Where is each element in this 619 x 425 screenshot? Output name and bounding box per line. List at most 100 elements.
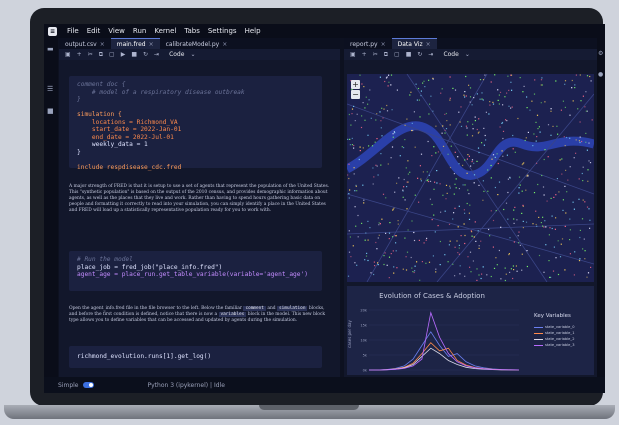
menu-tabs[interactable]: Tabs bbox=[184, 27, 200, 35]
simple-mode-toggle[interactable] bbox=[82, 382, 94, 388]
fast-forward-icon[interactable]: ⇥ bbox=[428, 51, 433, 58]
close-icon[interactable]: × bbox=[100, 41, 105, 48]
menu-kernel[interactable]: Kernel bbox=[154, 27, 176, 35]
agent-dot bbox=[535, 210, 537, 212]
agent-dot bbox=[429, 198, 431, 200]
folder-icon[interactable]: ▬ bbox=[47, 46, 55, 53]
menu-file[interactable]: File bbox=[67, 27, 79, 35]
agent-dot bbox=[374, 265, 376, 267]
agent-dot bbox=[472, 123, 474, 125]
menu-run[interactable]: Run bbox=[133, 27, 146, 35]
agent-dot bbox=[404, 237, 406, 239]
agent-dot bbox=[432, 255, 434, 257]
code-cell[interactable]: richmond_evolution.runs[1].get_log() bbox=[69, 346, 322, 368]
save-icon[interactable]: ▣ bbox=[65, 51, 71, 58]
close-icon[interactable]: × bbox=[222, 41, 227, 48]
agent-dot bbox=[496, 153, 498, 155]
agent-dot bbox=[467, 189, 469, 191]
code-cell[interactable]: comment doc { # model of a respiratory d… bbox=[69, 76, 322, 171]
fast-forward-icon[interactable]: ⇥ bbox=[154, 51, 159, 58]
agent-dot bbox=[565, 169, 567, 171]
agent-dot bbox=[562, 100, 564, 102]
menu-view[interactable]: View bbox=[108, 27, 125, 35]
agent-dot bbox=[569, 114, 571, 116]
agent-dot bbox=[457, 226, 459, 228]
code-cell[interactable]: # Run the model place_job = fred_job("pl… bbox=[69, 251, 322, 291]
map-view[interactable]: + − bbox=[347, 74, 594, 282]
agent-dot bbox=[376, 113, 378, 115]
zoom-in-button[interactable]: + bbox=[351, 80, 360, 89]
agent-dot bbox=[392, 133, 394, 135]
agent-dot bbox=[513, 209, 515, 211]
agent-dot bbox=[460, 125, 463, 127]
agent-dot bbox=[471, 104, 473, 106]
chevron-down-icon[interactable]: ⌄ bbox=[465, 51, 470, 58]
list-icon[interactable]: ☰ bbox=[47, 86, 55, 93]
cell-type-select[interactable]: Code bbox=[169, 51, 184, 58]
agent-dot bbox=[388, 277, 390, 279]
agent-dot bbox=[544, 101, 546, 103]
agent-dot bbox=[536, 136, 538, 138]
restart-icon[interactable]: ↻ bbox=[417, 51, 422, 58]
agent-dot bbox=[540, 222, 542, 224]
agent-dot bbox=[500, 278, 502, 280]
markdown-cell[interactable]: Open the agent_info.fred file in the fil… bbox=[69, 306, 334, 324]
stop-icon[interactable]: ■ bbox=[406, 51, 412, 58]
close-icon[interactable]: × bbox=[149, 41, 154, 48]
agent-dot bbox=[369, 89, 371, 91]
agent-dot bbox=[445, 128, 448, 130]
menu-edit[interactable]: Edit bbox=[87, 27, 101, 35]
tab-main-fred[interactable]: main.fred × bbox=[110, 38, 160, 49]
tab-output-csv[interactable]: output.csv × bbox=[59, 39, 111, 49]
cut-icon[interactable]: ✂ bbox=[373, 51, 378, 58]
agent-dot bbox=[471, 135, 474, 137]
agent-dot bbox=[354, 262, 356, 264]
agent-dot bbox=[347, 138, 349, 140]
agent-dot bbox=[489, 101, 491, 103]
close-icon[interactable]: × bbox=[426, 41, 431, 48]
agent-dot bbox=[454, 246, 456, 248]
copy-icon[interactable]: ⧉ bbox=[384, 51, 388, 59]
stop-icon[interactable]: ■ bbox=[131, 51, 137, 58]
menu-settings[interactable]: Settings bbox=[208, 27, 237, 35]
tab-calibrate-model[interactable]: calibrateModel.py × bbox=[160, 39, 234, 49]
agent-dot bbox=[379, 223, 381, 225]
agent-dot bbox=[348, 163, 350, 165]
paste-icon[interactable]: ▢ bbox=[109, 51, 115, 58]
menu-help[interactable]: Help bbox=[245, 27, 261, 35]
cut-icon[interactable]: ✂ bbox=[88, 51, 93, 58]
agent-dot bbox=[357, 236, 359, 238]
tab-data-viz[interactable]: Data Viz × bbox=[391, 38, 437, 49]
run-icon[interactable]: ▶ bbox=[121, 51, 126, 58]
agent-dot bbox=[466, 158, 468, 160]
restart-icon[interactable]: ↻ bbox=[143, 51, 148, 58]
settings-icon[interactable]: ⚙ bbox=[598, 50, 605, 57]
agent-dot bbox=[414, 265, 416, 267]
add-cell-icon[interactable]: + bbox=[77, 51, 82, 58]
markdown-cell[interactable]: A major strength of FRED is that it is s… bbox=[69, 184, 334, 214]
agent-dot bbox=[433, 146, 435, 148]
paste-icon[interactable]: ▢ bbox=[394, 51, 400, 58]
tab-report-py[interactable]: report.py × bbox=[344, 39, 392, 49]
agent-dot bbox=[390, 84, 392, 86]
zoom-out-button[interactable]: − bbox=[351, 90, 360, 99]
save-icon[interactable]: ▣ bbox=[350, 51, 356, 58]
agent-dot bbox=[449, 240, 451, 242]
chevron-down-icon[interactable]: ⌄ bbox=[190, 51, 195, 58]
agent-dot bbox=[492, 103, 495, 105]
cell-type-select[interactable]: Code bbox=[443, 51, 458, 58]
extension-icon[interactable]: ■ bbox=[47, 108, 55, 115]
debugger-icon[interactable]: ● bbox=[598, 71, 605, 78]
add-cell-icon[interactable]: + bbox=[362, 51, 367, 58]
close-icon[interactable]: × bbox=[381, 41, 386, 48]
agent-dot bbox=[510, 107, 512, 109]
agent-dot bbox=[351, 108, 354, 110]
legend-item: state_variable_1 bbox=[534, 331, 574, 335]
copy-icon[interactable]: ⧉ bbox=[99, 51, 103, 59]
legend-item: state_variable_3 bbox=[534, 343, 574, 347]
agent-dot bbox=[405, 269, 408, 271]
laptop-notch bbox=[259, 405, 359, 410]
agent-dot bbox=[453, 193, 455, 195]
agent-dot bbox=[482, 99, 484, 101]
agent-dot bbox=[583, 238, 585, 240]
